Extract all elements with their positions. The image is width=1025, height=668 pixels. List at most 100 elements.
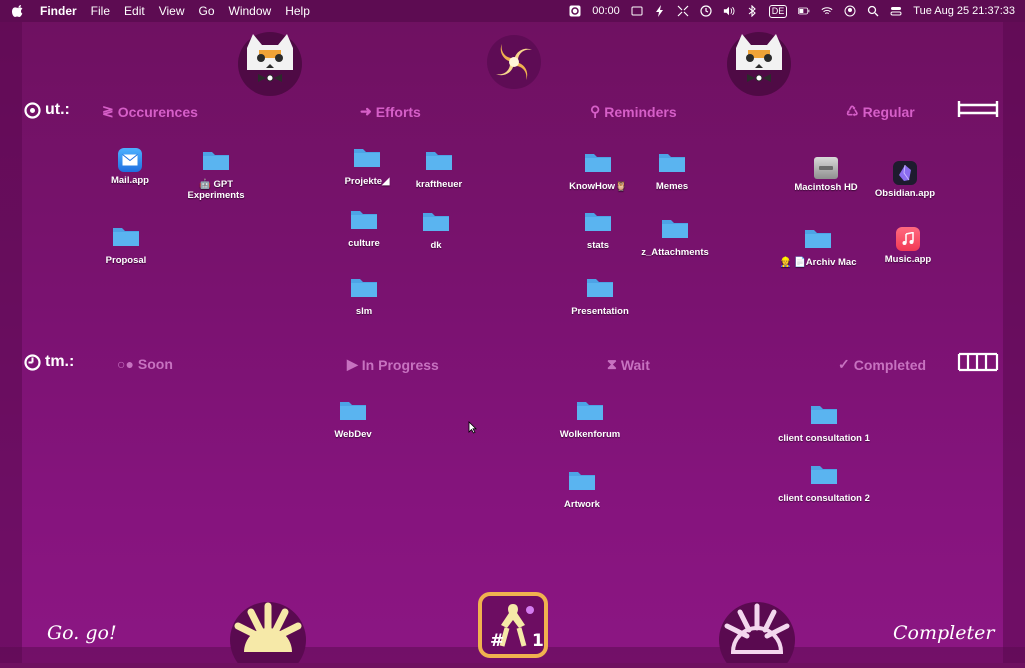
menu-app-name[interactable]: Finder [40, 4, 77, 18]
menu-go[interactable]: Go [199, 4, 215, 18]
menu-edit[interactable]: Edit [124, 4, 145, 18]
arrow-right-icon: ➜ [360, 103, 372, 119]
header-occurences: ≷ Occurences [102, 103, 198, 120]
mail-app-icon [118, 148, 142, 172]
desktop-icon-wolkenforum[interactable]: Wolkenforum [544, 399, 636, 440]
desktop-icon-label: Memes [655, 181, 689, 192]
desktop-icon-label: kraftheuer [415, 179, 463, 190]
desktop-icon-label: Mail.app [110, 175, 149, 186]
row-label-ut: ut.: [24, 101, 70, 119]
folder-icon [587, 279, 613, 297]
desktop-icon-z-attachments[interactable]: z_Attachments [629, 217, 721, 258]
desktop-icon-label: Proposal [105, 255, 147, 266]
recycle-icon: ♺ [846, 103, 859, 119]
desktop-icon-mail[interactable]: Mail.app [84, 148, 176, 186]
timer-readout[interactable]: 00:00 [592, 5, 620, 17]
move-icon[interactable] [677, 5, 689, 17]
desktop-icon-label: 👷 📄Archiv Mac [779, 257, 857, 268]
desktop-icon-music[interactable]: Music.app [862, 227, 954, 265]
control-center-icon[interactable] [890, 5, 902, 17]
desktop-icon-archiv-mac[interactable]: 👷 📄Archiv Mac [772, 227, 864, 268]
fence-icon [957, 352, 999, 377]
desktop-icon-label: client consultation 2 [778, 493, 870, 504]
header-completed-label: Completed [853, 356, 927, 373]
menu-window[interactable]: Window [229, 4, 272, 18]
folder-icon [659, 154, 685, 172]
header-regular-label: Regular [862, 103, 915, 120]
volume-icon[interactable] [723, 5, 735, 17]
header-soon-label: Soon [137, 356, 173, 372]
desktop-icon-label: WebDev [334, 429, 372, 440]
cat-mascot-icon [233, 28, 307, 101]
pin-icon: ⚲ [590, 103, 601, 119]
desktop-icon-label: slm [355, 306, 373, 317]
desktop-icon-label: Wolkenforum [559, 429, 621, 440]
user-icon[interactable] [844, 5, 856, 17]
header-regular: ♺ Regular [846, 103, 915, 120]
row-label-ut-text: ut.: [45, 101, 70, 118]
desktop-icon-client-consultation-1[interactable]: client consultation 1 [778, 403, 870, 444]
hourglass-icon: ⧗ [607, 356, 617, 372]
bluetooth-icon[interactable] [746, 5, 758, 17]
rank-badge: # 1 [474, 590, 552, 668]
menu-help[interactable]: Help [285, 4, 310, 18]
header-completed: ✓ Completed [838, 356, 926, 373]
folder-icon [585, 154, 611, 172]
header-reminders: ⚲ Reminders [590, 103, 677, 120]
header-occurences-label: Occurences [117, 103, 198, 120]
target-icon [24, 101, 41, 119]
input-source-badge[interactable]: DE [768, 4, 788, 18]
sunrise-burst-icon [228, 596, 308, 668]
desktop-icon-obsidian[interactable]: Obsidian.app [859, 161, 951, 199]
desktop-icon-dk[interactable]: dk [390, 210, 482, 251]
desktop-icon-label: Obsidian.app [874, 188, 936, 199]
sunrise-burst-outline-icon [717, 596, 797, 668]
timer-app-icon[interactable] [569, 5, 581, 17]
bed-icon [957, 99, 999, 124]
desktop-icon-proposal[interactable]: Proposal [80, 225, 172, 266]
desktop-frame-right [1003, 20, 1025, 663]
row-label-tm-text: tm.: [45, 353, 75, 370]
header-soon: ○● Soon [117, 356, 173, 372]
folder-icon [351, 279, 377, 297]
folder-icon [811, 466, 837, 484]
display-icon[interactable] [631, 5, 643, 17]
desktop-icon-webdev[interactable]: WebDev [307, 399, 399, 440]
folder-icon [113, 228, 139, 246]
bolt-icon[interactable] [654, 5, 666, 17]
folder-icon [351, 211, 377, 229]
desktop-icon-presentation[interactable]: Presentation [554, 276, 646, 317]
desktop-icon-memes[interactable]: Memes [626, 151, 718, 192]
desktop-icon-label: Artwork [564, 499, 600, 510]
header-in-progress-label: In Progress [361, 356, 439, 373]
occurences-icon: ≷ [102, 103, 114, 119]
desktop-icon-slm[interactable]: slm [318, 276, 410, 317]
menu-extras: 00:00 DE Tue Aug 25 21:37:33 [569, 0, 1015, 22]
row-label-tm: tm.: [24, 353, 74, 371]
header-reminders-label: Reminders [604, 103, 677, 120]
menu-file[interactable]: File [91, 4, 110, 18]
timer-icon [24, 353, 41, 371]
menu-bar: Finder File Edit View Go Window Help 00:… [0, 0, 1025, 22]
desktop-icon-label: 🤖 GPT Experiments [187, 179, 245, 201]
menubar-clock[interactable]: Tue Aug 25 21:37:33 [913, 5, 1015, 17]
soon-icon: ○● [117, 356, 134, 372]
apple-icon[interactable] [11, 5, 24, 17]
header-in-progress: ▶ In Progress [347, 356, 439, 373]
header-wait-label: Wait [620, 356, 650, 373]
badge-hash-text: # [490, 631, 504, 651]
menu-view[interactable]: View [159, 4, 185, 18]
folder-icon [577, 402, 603, 420]
wifi-icon[interactable] [821, 5, 833, 17]
desktop-icon-client-consultation-2[interactable]: client consultation 2 [778, 463, 870, 504]
desktop-frame-left [0, 20, 22, 663]
desktop-icon-kraftheuer[interactable]: kraftheuer [393, 149, 485, 190]
folder-icon [426, 152, 452, 170]
clock-icon[interactable] [700, 5, 712, 17]
desktop-icon-gpt-experiments[interactable]: 🤖 GPT Experiments [170, 149, 262, 201]
obsidian-app-icon [893, 161, 917, 185]
search-icon[interactable] [867, 5, 879, 17]
battery-icon[interactable] [798, 5, 810, 17]
folder-icon [203, 152, 229, 170]
desktop-icon-artwork[interactable]: Artwork [536, 469, 628, 510]
